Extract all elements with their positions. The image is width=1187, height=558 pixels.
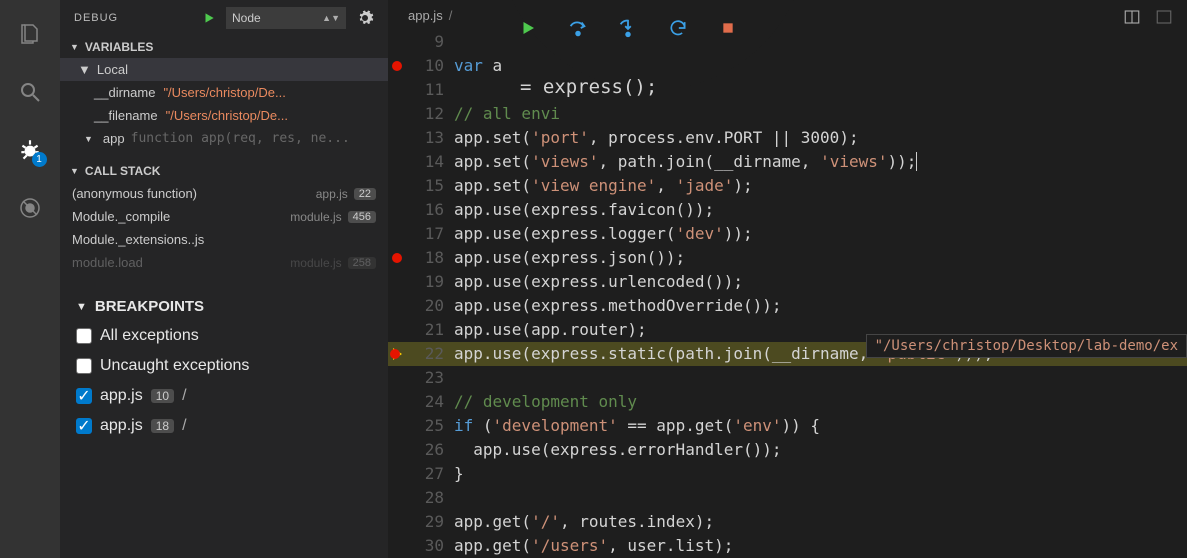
continue-button[interactable] xyxy=(516,16,540,40)
gutter-glyph[interactable] xyxy=(388,438,406,462)
gutter-glyph[interactable] xyxy=(388,462,406,486)
callstack-row[interactable]: module.loadmodule.js258 xyxy=(60,251,388,274)
hover-tooltip: "/Users/christop/Desktop/lab-demo/ex xyxy=(866,334,1187,358)
gutter-glyph[interactable] xyxy=(388,414,406,438)
callstack-row[interactable]: (anonymous function)app.js22 xyxy=(60,182,388,205)
gutter-glyph[interactable] xyxy=(388,510,406,534)
chevron-down-icon: ▼ xyxy=(76,301,87,313)
code-line[interactable]: 29app.get('/', routes.index); xyxy=(388,510,1187,534)
gutter-glyph[interactable] xyxy=(388,486,406,510)
gutter-glyph[interactable] xyxy=(388,198,406,222)
breakpoint-row[interactable]: Uncaught exceptions xyxy=(60,351,388,381)
code-line[interactable]: 28 xyxy=(388,486,1187,510)
gutter-glyph[interactable] xyxy=(388,534,406,558)
no-bug-icon[interactable] xyxy=(16,194,44,222)
checkbox[interactable]: ✓ xyxy=(76,418,92,434)
code-line[interactable]: 25if ('development' == app.get('env')) { xyxy=(388,414,1187,438)
editor: app.js / 910var a1112// all envi13app.se… xyxy=(388,0,1187,558)
variables-scope-local[interactable]: ▼ Local xyxy=(60,58,388,81)
gutter-glyph[interactable] xyxy=(388,390,406,414)
code-line[interactable]: 23 xyxy=(388,366,1187,390)
tab-app-js[interactable]: app.js xyxy=(408,8,443,23)
breadcrumb: / xyxy=(449,8,453,23)
breakpoint-row[interactable]: ✓app.js10/ xyxy=(60,381,388,411)
chevron-down-icon: ▼ xyxy=(70,42,79,52)
split-editor-icon[interactable] xyxy=(1123,8,1141,26)
gutter-glyph[interactable] xyxy=(388,366,406,390)
code-line[interactable]: 14app.set('views', path.join(__dirname, … xyxy=(388,150,1187,174)
gutter-glyph[interactable] xyxy=(388,294,406,318)
debug-header: DEBUG Node ▲▼ xyxy=(60,0,388,36)
gutter-glyph[interactable] xyxy=(388,102,406,126)
gear-icon[interactable] xyxy=(356,9,374,27)
code-line[interactable]: 12// all envi xyxy=(388,102,1187,126)
variable-row[interactable]: __dirname"/Users/christop/De... xyxy=(60,81,388,104)
more-icon[interactable] xyxy=(1155,8,1173,26)
code-line[interactable]: 20app.use(express.methodOverride()); xyxy=(388,294,1187,318)
code-line[interactable]: 10var a xyxy=(388,54,1187,78)
gutter-glyph[interactable] xyxy=(388,78,406,102)
breakpoint-row[interactable]: All exceptions xyxy=(60,321,388,351)
gutter-glyph[interactable] xyxy=(388,54,406,78)
start-debug-button[interactable] xyxy=(202,11,216,25)
files-icon[interactable] xyxy=(16,20,44,48)
checkbox[interactable] xyxy=(76,328,92,344)
gutter-glyph[interactable] xyxy=(388,174,406,198)
callstack-row[interactable]: Module._compilemodule.js456 xyxy=(60,205,388,228)
callstack-row[interactable]: Module._extensions..js xyxy=(60,228,388,251)
gutter-glyph[interactable] xyxy=(388,126,406,150)
checkbox[interactable] xyxy=(76,358,92,374)
breakpoints-section[interactable]: ▼ BREAKPOINTS xyxy=(60,292,388,321)
step-into-button[interactable] xyxy=(616,16,640,40)
code-line[interactable]: 30app.get('/users', user.list); xyxy=(388,534,1187,558)
gutter-glyph[interactable] xyxy=(388,270,406,294)
code-line[interactable]: 11 xyxy=(388,78,1187,102)
chevron-down-icon: ▼ xyxy=(70,166,79,176)
code-area[interactable]: 910var a1112// all envi13app.set('port',… xyxy=(388,30,1187,558)
code-line[interactable]: 24// development only xyxy=(388,390,1187,414)
gutter-glyph[interactable] xyxy=(388,342,406,366)
code-line[interactable]: 19app.use(express.urlencoded()); xyxy=(388,270,1187,294)
code-line[interactable]: 16app.use(express.favicon()); xyxy=(388,198,1187,222)
debug-sidebar: DEBUG Node ▲▼ ▼ VARIABLES ▼ Local __dirn… xyxy=(60,0,388,558)
gutter-glyph[interactable] xyxy=(388,30,406,54)
callstack-section[interactable]: ▼ CALL STACK xyxy=(60,160,388,182)
variables-section[interactable]: ▼ VARIABLES xyxy=(60,36,388,58)
debug-config-select[interactable]: Node ▲▼ xyxy=(226,7,346,29)
restart-button[interactable] xyxy=(666,16,690,40)
chevron-down-icon: ▼ xyxy=(78,62,91,77)
debug-badge: 1 xyxy=(32,152,47,167)
gutter-glyph[interactable] xyxy=(388,246,406,270)
debug-toolbar xyxy=(498,10,758,46)
breakpoint-row[interactable]: ✓app.js18/ xyxy=(60,411,388,441)
code-line[interactable]: 27} xyxy=(388,462,1187,486)
variable-row[interactable]: __filename"/Users/christop/De... xyxy=(60,104,388,127)
code-line[interactable]: 18app.use(express.json()); xyxy=(388,246,1187,270)
gutter-glyph[interactable] xyxy=(388,150,406,174)
chevron-down-icon: ▼ xyxy=(84,134,93,144)
stop-button[interactable] xyxy=(716,16,740,40)
activity-bar: 1 xyxy=(0,0,60,558)
code-line[interactable]: 13app.set('port', process.env.PORT || 30… xyxy=(388,126,1187,150)
debug-expression: = express(); xyxy=(520,76,657,98)
search-icon[interactable] xyxy=(16,78,44,106)
code-line[interactable]: 26 app.use(express.errorHandler()); xyxy=(388,438,1187,462)
variable-app[interactable]: ▼ app function app(req, res, ne... xyxy=(60,127,388,150)
checkbox[interactable]: ✓ xyxy=(76,388,92,404)
step-over-button[interactable] xyxy=(566,16,590,40)
gutter-glyph[interactable] xyxy=(388,318,406,342)
code-line[interactable]: 15app.set('view engine', 'jade'); xyxy=(388,174,1187,198)
debug-title: DEBUG xyxy=(74,12,192,24)
code-line[interactable]: 17app.use(express.logger('dev')); xyxy=(388,222,1187,246)
debug-icon[interactable]: 1 xyxy=(16,136,44,164)
gutter-glyph[interactable] xyxy=(388,222,406,246)
